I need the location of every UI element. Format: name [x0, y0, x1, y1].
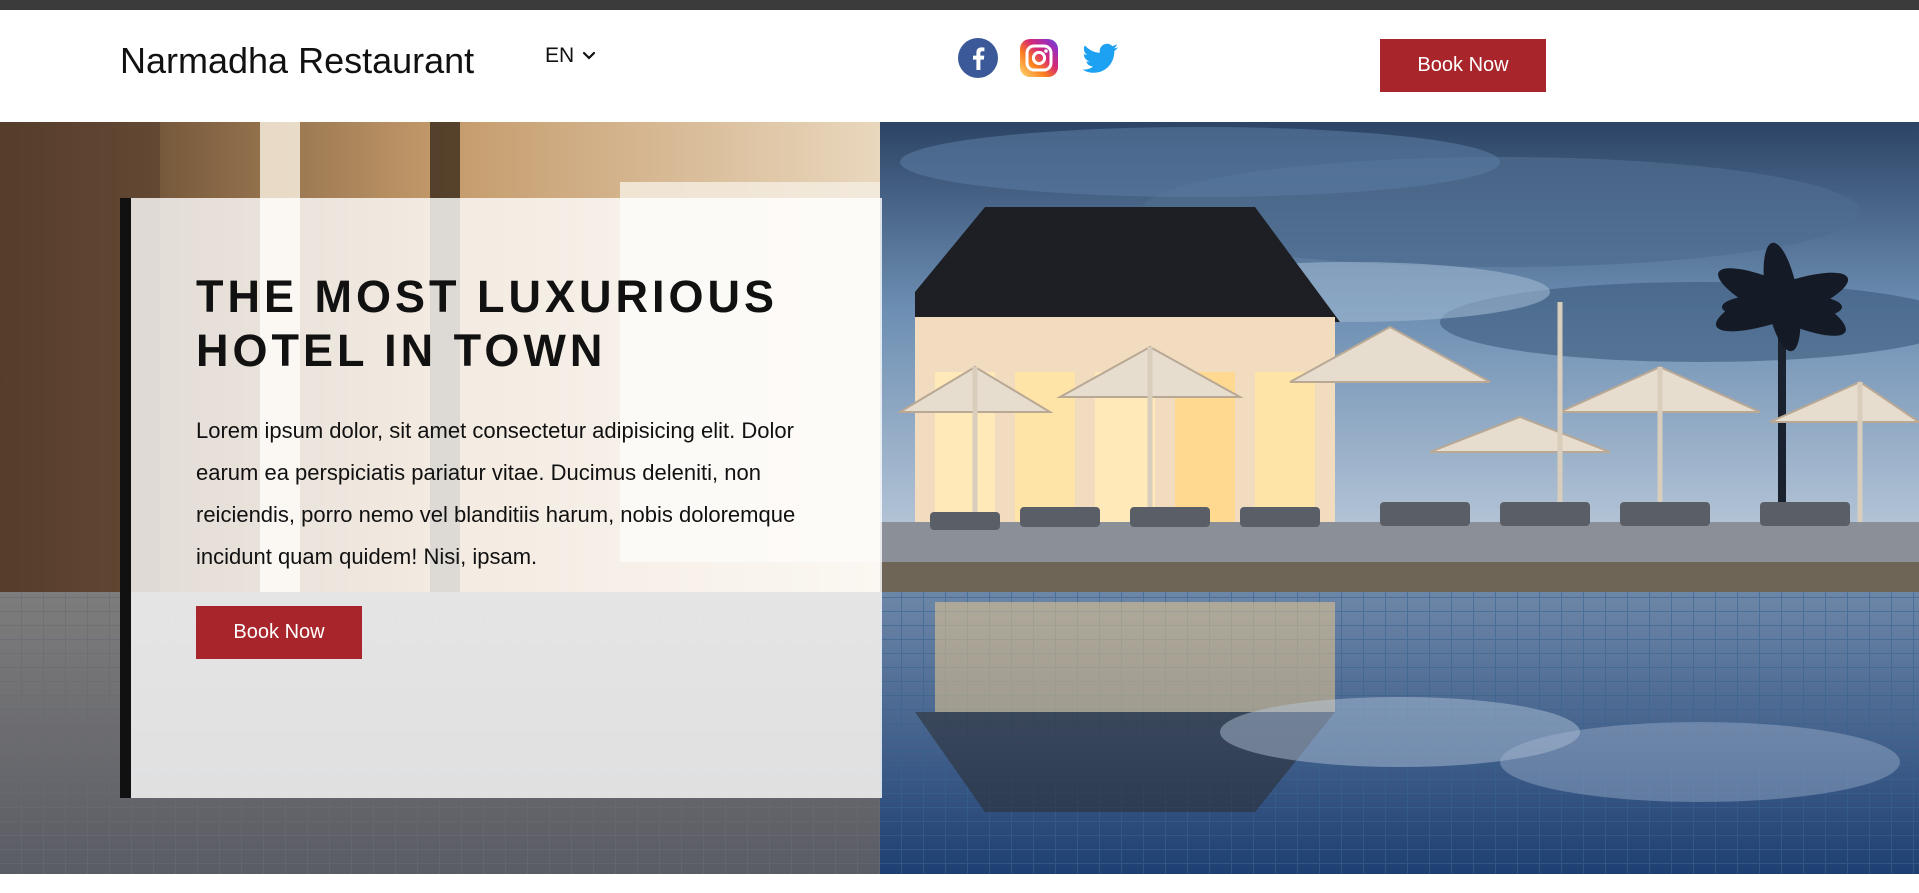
instagram-icon[interactable]	[1019, 38, 1059, 78]
header-book-now-button[interactable]: Book Now	[1380, 39, 1546, 92]
social-links	[958, 38, 1120, 78]
language-label: EN	[545, 44, 575, 67]
top-accent-bar	[0, 0, 1919, 10]
hero-section: THE MOST LUXURIOUS HOTEL IN TOWN Lorem i…	[0, 122, 1919, 874]
brand-name[interactable]: Narmadha Restaurant	[120, 40, 474, 82]
hero-title: THE MOST LUXURIOUS HOTEL IN TOWN	[196, 270, 816, 378]
hero-title-line-1: THE MOST LUXURIOUS	[196, 271, 779, 322]
hero-title-line-2: HOTEL IN TOWN	[196, 325, 607, 376]
chevron-down-icon	[583, 51, 596, 60]
language-selector[interactable]: EN	[545, 44, 596, 68]
hero-description: Lorem ipsum dolor, sit amet consectetur …	[196, 418, 796, 569]
site-header: Narmadha Restaurant EN Book Now	[0, 10, 1919, 122]
facebook-icon[interactable]	[958, 38, 998, 78]
hero-book-now-button[interactable]: Book Now	[196, 606, 362, 659]
twitter-icon[interactable]	[1080, 38, 1120, 78]
